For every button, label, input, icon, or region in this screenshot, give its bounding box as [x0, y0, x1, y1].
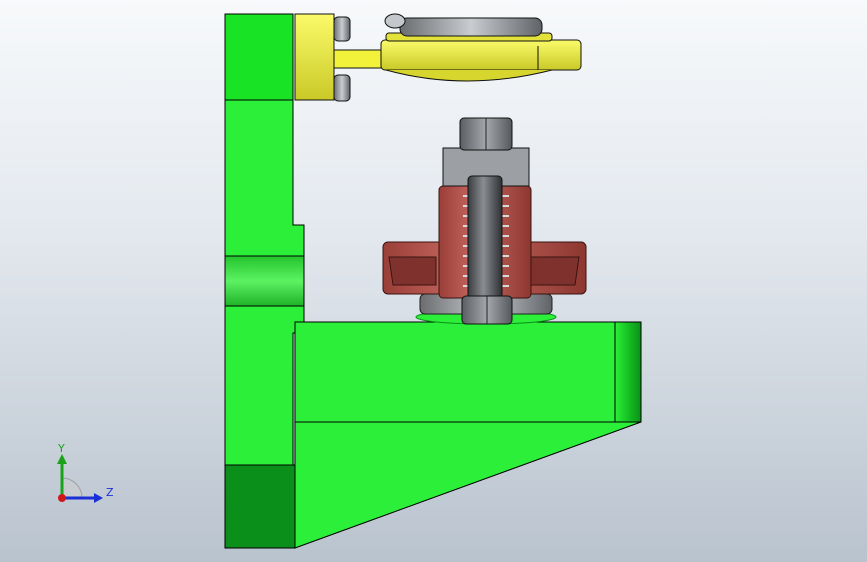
- vertical-bracket-plate[interactable]: [224, 13, 305, 549]
- orientation-triad[interactable]: Y Z: [40, 440, 120, 510]
- y-axis-label: Y: [57, 442, 65, 455]
- gusset-rib: [294, 421, 642, 549]
- cad-viewport[interactable]: Y Z: [0, 0, 867, 562]
- origin-dot: [58, 494, 66, 502]
- top-disk[interactable]: [399, 17, 543, 37]
- lead-screw[interactable]: [467, 175, 503, 307]
- model-view[interactable]: [0, 0, 867, 562]
- bolt-head-upper: [333, 16, 351, 42]
- bolt-head-lower: [333, 74, 351, 102]
- z-axis-label: Z: [106, 486, 114, 499]
- pivot-pin-icon: [384, 13, 406, 29]
- base-arm[interactable]: [294, 321, 642, 549]
